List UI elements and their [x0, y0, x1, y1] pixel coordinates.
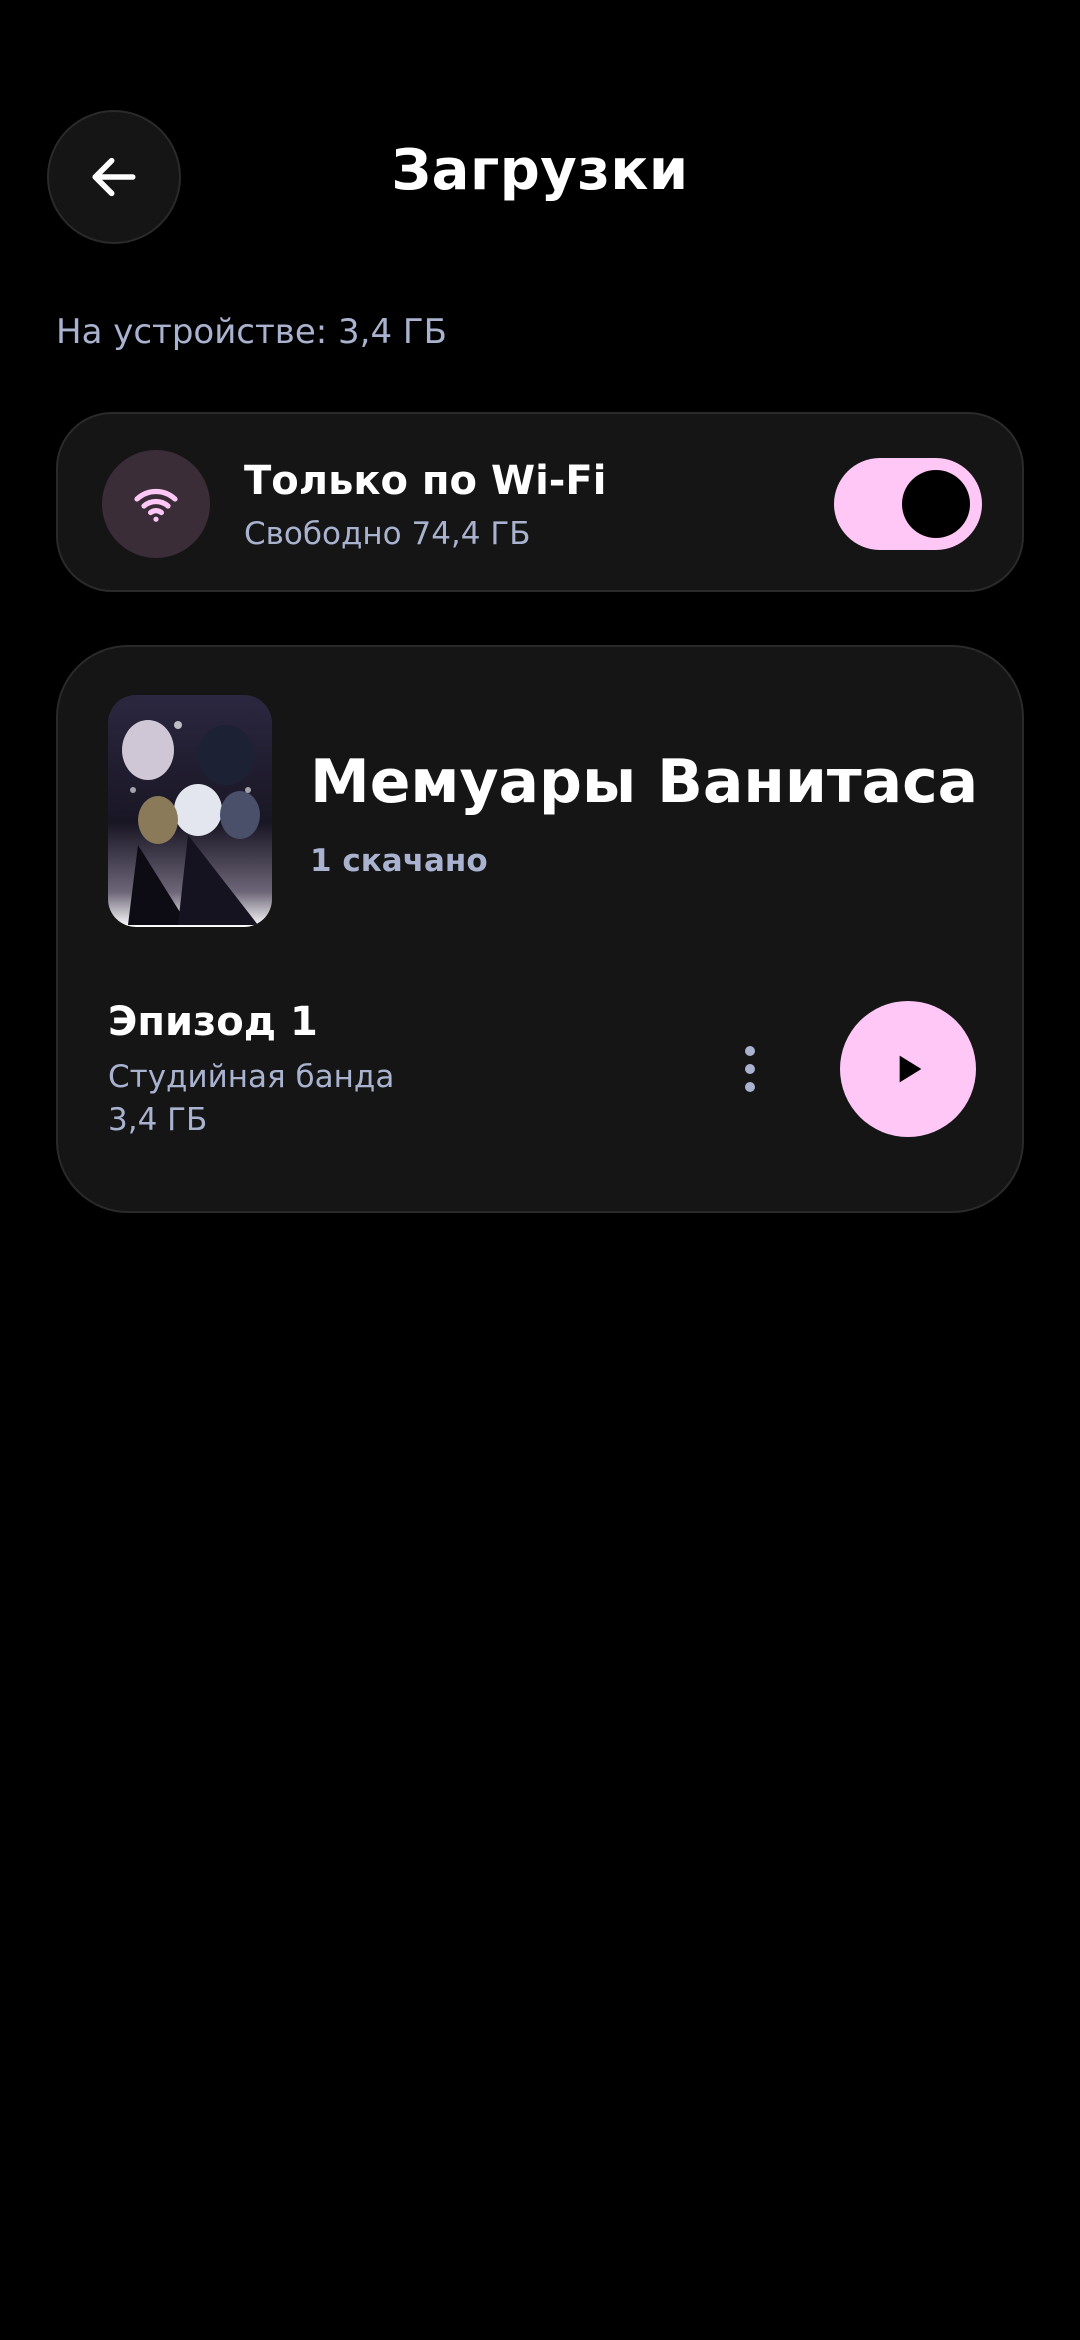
downloads-screen: Загрузки На устройстве: 3,4 ГБ Только по…: [0, 0, 1080, 2340]
series-card: Мемуары Ванитаса 1 скачано Эпизод 1 Студ…: [56, 645, 1024, 1213]
wifi-only-title: Только по Wi-Fi: [244, 458, 607, 504]
storage-usage-label: На устройстве: 3,4 ГБ: [56, 312, 447, 352]
play-episode-button[interactable]: [840, 1001, 976, 1137]
more-vertical-icon: [745, 1046, 755, 1056]
series-title: Мемуары Ванитаса: [310, 747, 979, 817]
page-title: Загрузки: [391, 138, 689, 203]
episode-title: Эпизод 1: [108, 999, 318, 1045]
wifi-icon-container: [102, 450, 210, 558]
wifi-only-setting-card[interactable]: Только по Wi-Fi Свободно 74,4 ГБ: [56, 412, 1024, 592]
play-icon: [899, 1055, 922, 1083]
wifi-only-toggle[interactable]: [834, 458, 982, 550]
poster-artwork: [108, 695, 272, 927]
toggle-knob: [902, 470, 970, 538]
free-space-label: Свободно 74,4 ГБ: [244, 516, 531, 552]
wifi-icon: [134, 488, 178, 522]
downloaded-count: 1 скачано: [310, 843, 488, 879]
episode-studio: Студийная банда: [108, 1059, 395, 1095]
series-poster[interactable]: [108, 695, 272, 927]
episode-size: 3,4 ГБ: [108, 1102, 208, 1138]
episode-more-button[interactable]: [720, 1019, 780, 1119]
